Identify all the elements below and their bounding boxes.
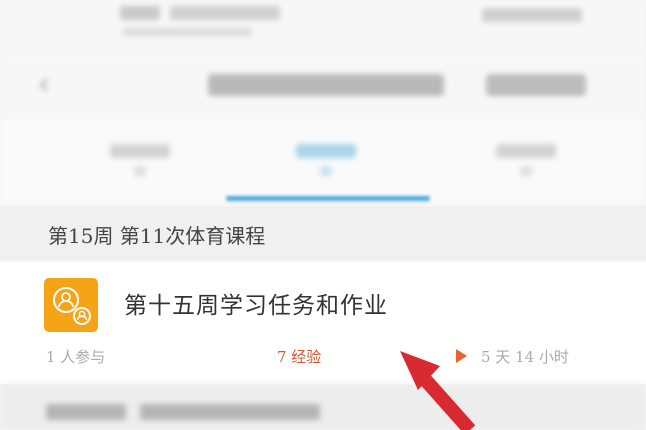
next-section-title bbox=[140, 404, 320, 420]
nav-bar: ‹ bbox=[0, 52, 646, 118]
active-tab-indicator bbox=[226, 196, 430, 201]
deadline-text: 5 天 14 小时 bbox=[481, 348, 569, 366]
next-section-week bbox=[46, 404, 126, 420]
task-title: 第十五周学习任务和作业 bbox=[124, 293, 388, 319]
section-title: 第15周 第11次体育课程 bbox=[48, 224, 266, 248]
task-group-icon bbox=[44, 278, 98, 332]
back-icon[interactable]: ‹ bbox=[38, 70, 50, 100]
status-bar-subtext bbox=[122, 28, 252, 36]
course-title bbox=[208, 74, 444, 96]
status-bar-text bbox=[120, 6, 290, 26]
experience-points: 7 经验 bbox=[277, 348, 322, 366]
participants-count: 1 人参与 bbox=[46, 348, 106, 366]
tab-bar bbox=[0, 118, 646, 204]
next-section-header bbox=[0, 384, 646, 430]
play-icon bbox=[456, 349, 467, 363]
section-header: 第15周 第11次体育课程 bbox=[0, 206, 646, 260]
task-card[interactable]: 第十五周学习任务和作业 1 人参与 7 经验 5 天 14 小时 bbox=[0, 262, 646, 384]
tab-in-progress[interactable] bbox=[296, 144, 356, 178]
tab-all[interactable] bbox=[110, 144, 170, 178]
deadline: 5 天 14 小时 bbox=[456, 346, 569, 367]
tab-ended[interactable] bbox=[496, 144, 556, 178]
status-bar bbox=[0, 0, 646, 52]
status-bar-right bbox=[482, 8, 582, 22]
nav-action-button[interactable] bbox=[486, 74, 586, 96]
